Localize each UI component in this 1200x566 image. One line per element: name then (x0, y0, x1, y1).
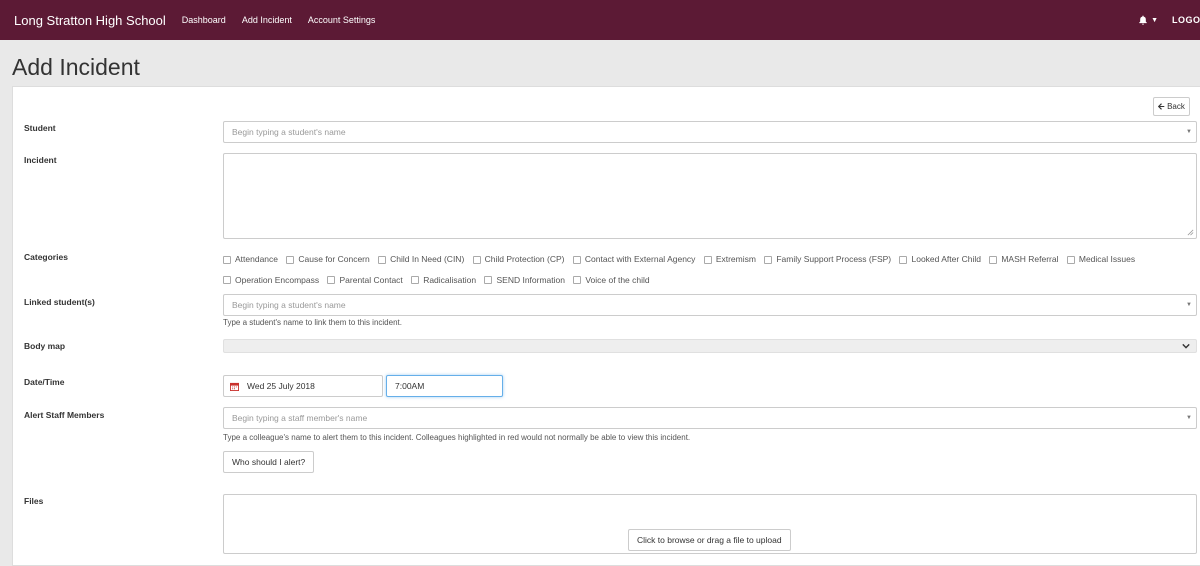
student-placeholder: Begin typing a student's name (232, 127, 346, 137)
checkbox[interactable] (223, 255, 231, 264)
logout-link[interactable]: LOGOUT (1172, 15, 1200, 25)
files-label: Files (24, 496, 44, 506)
checkbox[interactable] (989, 255, 998, 264)
checkbox[interactable] (572, 255, 581, 264)
checkbox[interactable] (286, 255, 295, 264)
file-dropzone[interactable]: Click to browse or drag a file to upload (223, 494, 1197, 554)
page-title: Add Incident (12, 54, 140, 80)
category-child-protection[interactable]: Child Protection (CP) (472, 250, 565, 269)
category-label: Medical Issues (1078, 254, 1136, 264)
checkbox[interactable] (573, 276, 582, 284)
category-operation-encompass[interactable]: Operation Encompass (223, 271, 319, 290)
checkbox[interactable] (1066, 255, 1075, 264)
category-label: Contact with External Agency (584, 254, 696, 264)
incident-textarea[interactable] (223, 153, 1197, 239)
category-label: Looked After Child (911, 254, 981, 264)
categories-label: Categories (24, 252, 68, 262)
nav-dashboard[interactable]: Dashboard (182, 15, 226, 25)
body-map-label: Body map (24, 341, 66, 351)
alert-staff-help: Type a colleague's name to alert them to… (223, 433, 691, 442)
category-label: Radicalisation (423, 274, 477, 285)
category-label: Attendance (235, 254, 279, 264)
category-radicalisation[interactable]: Radicalisation (411, 271, 476, 290)
alert-staff-select[interactable]: Begin typing a staff member's name ▼ (223, 407, 1197, 429)
checkbox[interactable] (899, 255, 908, 264)
checkbox[interactable] (378, 255, 387, 264)
category-cause-for-concern[interactable]: Cause for Concern (286, 250, 370, 269)
category-send-information[interactable]: SEND Information (484, 271, 565, 290)
date-time-label: Date/Time (24, 377, 65, 387)
incident-label: Incident (24, 155, 57, 165)
nav-account-settings[interactable]: Account Settings (308, 15, 376, 25)
checkbox[interactable] (703, 255, 712, 264)
category-label: Parental Contact (339, 274, 403, 285)
incident-form-panel: Back Student Begin typing a student's na… (12, 86, 1200, 566)
category-parental-contact[interactable]: Parental Contact (327, 271, 403, 290)
category-label: Family Support Process (FSP) (776, 254, 892, 264)
student-select[interactable]: Begin typing a student's name ▼ (223, 121, 1197, 143)
checkbox[interactable] (472, 255, 481, 264)
resize-handle-icon[interactable] (1187, 229, 1194, 236)
top-navbar: Long Stratton High School Dashboard Add … (0, 0, 1200, 40)
back-button[interactable]: Back (1153, 97, 1190, 116)
who-should-i-alert-button[interactable]: Who should I alert? (223, 451, 315, 473)
category-label: MASH Referral (1001, 254, 1059, 264)
category-label: Child In Need (CIN) (390, 254, 465, 264)
category-voice-of-the-child[interactable]: Voice of the child (573, 271, 650, 290)
chevron-down-icon (1182, 343, 1190, 349)
date-value: Wed 25 July 2018 (247, 381, 315, 391)
category-family-support-process[interactable]: Family Support Process (FSP) (764, 250, 891, 269)
linked-students-select[interactable]: Begin typing a student's name ▼ (223, 294, 1197, 316)
linked-students-placeholder: Begin typing a student's name (232, 300, 346, 310)
category-contact-external-agency[interactable]: Contact with External Agency (572, 250, 696, 269)
brand-link[interactable]: Long Stratton High School (14, 13, 166, 28)
category-label: Extremism (715, 254, 756, 264)
notifications-menu[interactable]: ▼ (1138, 15, 1158, 25)
caret-down-icon: ▼ (1151, 16, 1158, 24)
time-value: 7:00AM (395, 381, 425, 391)
arrow-left-icon (1158, 103, 1165, 110)
category-label: Voice of the child (585, 274, 650, 285)
bell-icon (1139, 15, 1147, 25)
file-upload-button[interactable]: Click to browse or drag a file to upload (628, 529, 791, 551)
date-input[interactable]: Wed 25 July 2018 (223, 375, 383, 397)
category-label: SEND Information (496, 274, 565, 285)
category-looked-after-child[interactable]: Looked After Child (899, 250, 981, 269)
checkbox[interactable] (223, 276, 231, 284)
back-button-label: Back (1167, 102, 1185, 111)
dropdown-caret-icon: ▼ (1186, 415, 1192, 421)
category-child-in-need[interactable]: Child In Need (CIN) (378, 250, 464, 269)
dropdown-caret-icon: ▼ (1186, 302, 1192, 308)
categories-checkbox-group: Attendance Cause for Concern Child In Ne… (223, 250, 1173, 291)
linked-students-label: Linked student(s) (24, 297, 95, 307)
category-label: Operation Encompass (235, 274, 320, 285)
body-map-toggle[interactable] (223, 339, 1197, 353)
alert-staff-label: Alert Staff Members (24, 410, 105, 420)
dropdown-caret-icon: ▼ (1186, 129, 1192, 135)
checkbox[interactable] (327, 276, 336, 284)
category-extremism[interactable]: Extremism (703, 250, 756, 269)
checkbox[interactable] (764, 255, 773, 264)
alert-staff-placeholder: Begin typing a staff member's name (232, 413, 368, 423)
student-label: Student (24, 123, 56, 133)
linked-students-help: Type a student's name to link them to th… (223, 318, 402, 327)
category-medical-issues[interactable]: Medical Issues (1066, 250, 1136, 269)
category-label: Cause for Concern (298, 254, 370, 264)
checkbox[interactable] (484, 276, 493, 284)
time-input[interactable]: 7:00AM (386, 375, 503, 397)
category-mash-referral[interactable]: MASH Referral (989, 250, 1058, 269)
nav-add-incident[interactable]: Add Incident (242, 15, 292, 25)
calendar-icon (230, 382, 239, 391)
category-label: Child Protection (CP) (484, 254, 565, 264)
category-attendance[interactable]: Attendance (223, 250, 278, 269)
checkbox[interactable] (411, 276, 420, 284)
